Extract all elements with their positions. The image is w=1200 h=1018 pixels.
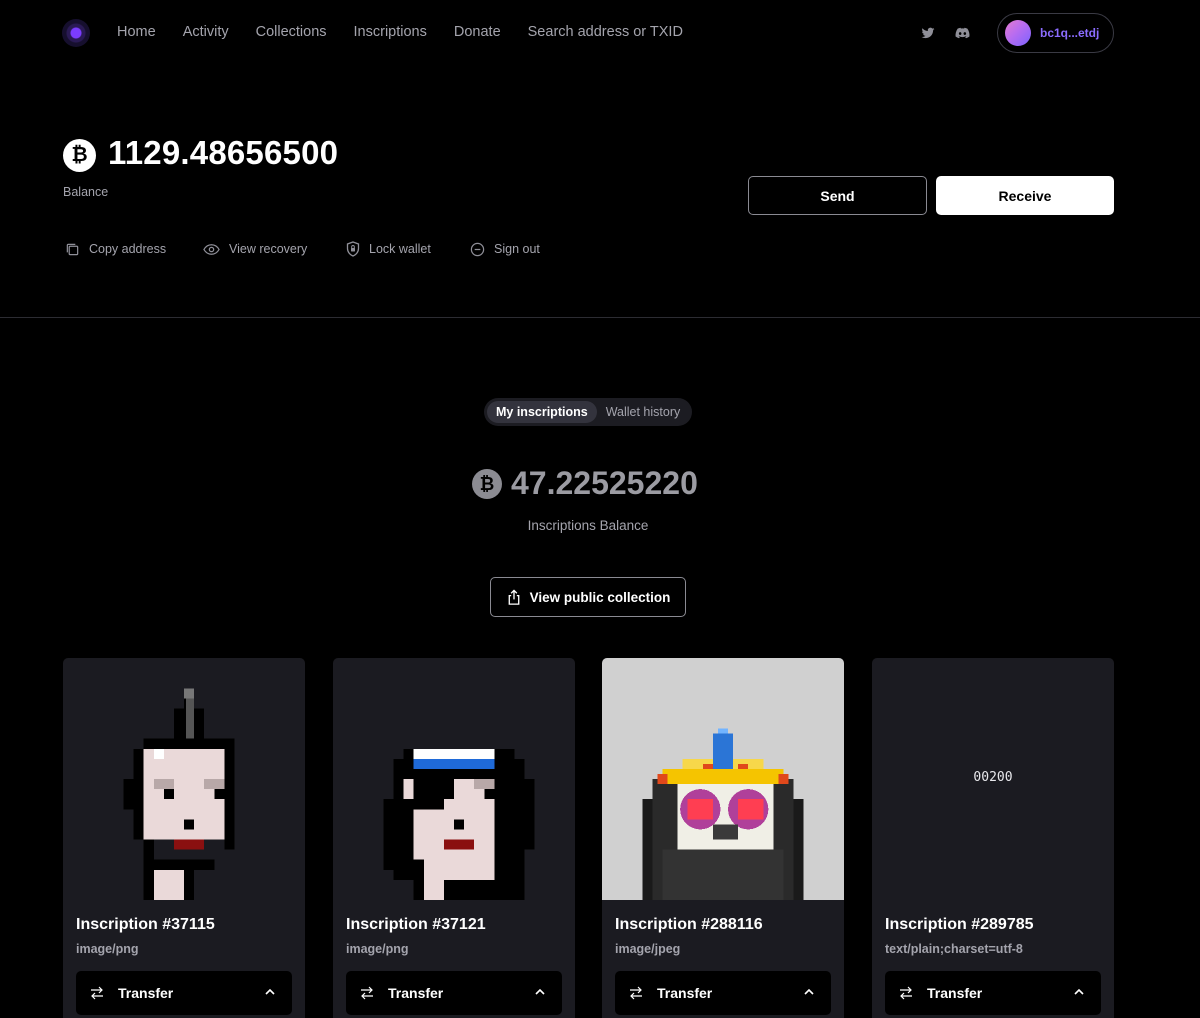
inscription-mime: text/plain;charset=utf-8 <box>885 942 1023 956</box>
chevron-up-icon[interactable] <box>1073 986 1085 998</box>
balance-amount: 1129.48656500 <box>108 134 339 171</box>
transfer-arrows-icon <box>900 986 912 1000</box>
inscription-mime: image/png <box>346 942 409 956</box>
inscription-mime: image/png <box>76 942 139 956</box>
transfer-label: Transfer <box>388 985 444 1001</box>
transfer-label: Transfer <box>657 985 713 1001</box>
transfer-button[interactable]: Transfer <box>885 971 1101 1015</box>
copy-address-label: Copy address <box>89 242 167 256</box>
inscription-title: Inscription #289785 <box>885 916 1034 933</box>
inscription-card[interactable]: Inscription #37115 image/png Transfer <box>63 658 305 1018</box>
eye-icon <box>203 243 220 255</box>
nav-inscriptions[interactable]: Inscriptions <box>354 24 427 40</box>
bitcoin-icon: ₿ <box>63 139 96 172</box>
nav-links: Home Activity Collections Inscriptions D… <box>117 24 710 40</box>
nav-activity[interactable]: Activity <box>183 24 229 40</box>
inscription-title: Inscription #37121 <box>346 916 486 933</box>
top-nav: Home Activity Collections Inscriptions D… <box>0 0 1200 66</box>
twitter-icon[interactable] <box>921 26 935 40</box>
shield-lock-icon <box>346 241 360 257</box>
inscriptions-balance-label: Inscriptions Balance <box>527 518 649 533</box>
view-recovery-button[interactable]: View recovery <box>203 242 346 257</box>
tab-wallet-history[interactable]: Wallet history <box>597 401 690 423</box>
wallet-button[interactable]: bc1q...etdj <box>997 13 1114 53</box>
inscription-text-content: 00200 <box>973 770 1013 785</box>
balance-label: Balance <box>63 185 109 199</box>
logo-icon[interactable] <box>62 19 90 47</box>
view-public-collection-button[interactable]: View public collection <box>490 577 686 617</box>
inscription-mime: image/jpeg <box>615 942 681 956</box>
chevron-up-icon[interactable] <box>534 986 546 998</box>
nav-home[interactable]: Home <box>117 24 156 40</box>
transfer-label: Transfer <box>927 985 983 1001</box>
transfer-label: Transfer <box>118 985 174 1001</box>
send-button[interactable]: Send <box>748 176 927 215</box>
receive-button[interactable]: Receive <box>936 176 1114 215</box>
chevron-up-icon[interactable] <box>264 986 276 998</box>
transfer-arrows-icon <box>91 986 103 1000</box>
inscription-image <box>602 658 844 900</box>
minus-circle-icon <box>470 242 485 256</box>
copy-icon <box>66 243 79 255</box>
sign-out-label: Sign out <box>494 242 540 256</box>
share-icon <box>508 588 519 605</box>
inscription-image <box>63 658 305 900</box>
inscription-title: Inscription #37115 <box>76 916 215 933</box>
transfer-button[interactable]: Transfer <box>76 971 292 1015</box>
discord-icon[interactable] <box>955 26 970 40</box>
section-divider <box>0 317 1200 318</box>
inscription-text-preview: 00200 <box>872 658 1114 900</box>
inscription-card[interactable]: Inscription #288116 image/jpeg Transfer <box>602 658 844 1018</box>
copy-address-button[interactable]: Copy address <box>65 242 203 257</box>
inscription-image <box>333 658 575 900</box>
avatar <box>1005 20 1031 46</box>
nav-donate[interactable]: Donate <box>454 24 501 40</box>
lock-wallet-label: Lock wallet <box>369 242 431 256</box>
transfer-button[interactable]: Transfer <box>346 971 562 1015</box>
search-input[interactable]: Search address or TXID <box>528 24 683 40</box>
transfer-arrows-icon <box>630 986 642 1000</box>
inscription-card[interactable]: Inscription #37121 image/png Transfer <box>333 658 575 1018</box>
lock-wallet-button[interactable]: Lock wallet <box>346 241 470 257</box>
inscription-title: Inscription #288116 <box>615 916 763 933</box>
sign-out-button[interactable]: Sign out <box>470 242 540 257</box>
chevron-up-icon[interactable] <box>803 986 815 998</box>
inscriptions-balance-amount: 47.22525220 <box>511 465 698 501</box>
bitcoin-icon: ₿ <box>472 469 502 499</box>
tab-switcher: My inscriptions Wallet history <box>484 398 692 426</box>
wallet-address: bc1q...etdj <box>1040 26 1100 40</box>
nav-collections[interactable]: Collections <box>256 24 327 40</box>
wallet-actions: Copy address View recovery Lock wallet S… <box>65 241 540 257</box>
view-recovery-label: View recovery <box>229 242 308 256</box>
tab-my-inscriptions[interactable]: My inscriptions <box>487 401 597 423</box>
transfer-arrows-icon <box>361 986 373 1000</box>
view-public-collection-label: View public collection <box>529 589 671 605</box>
inscription-card[interactable]: 00200 Inscription #289785 text/plain;cha… <box>872 658 1114 1018</box>
transfer-button[interactable]: Transfer <box>615 971 831 1015</box>
